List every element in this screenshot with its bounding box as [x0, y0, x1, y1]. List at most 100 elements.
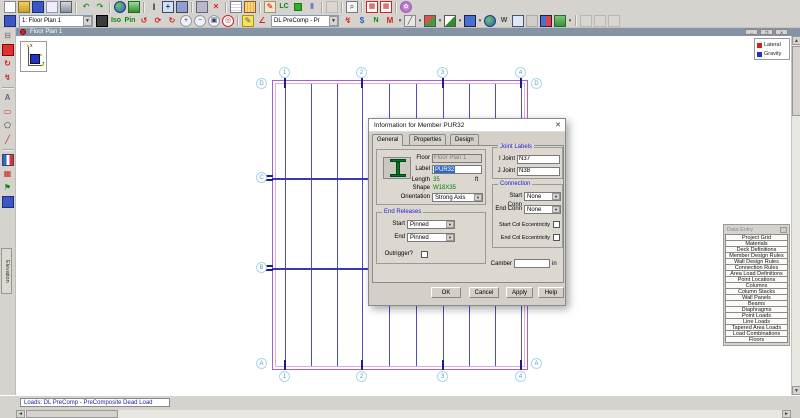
scroll-down-icon[interactable]: ▼	[792, 386, 800, 395]
disabled-icon[interactable]	[580, 15, 592, 27]
separator-icon[interactable]	[143, 2, 145, 13]
reload-icon[interactable]: ↯	[342, 15, 354, 27]
dollar-icon[interactable]: $	[356, 15, 368, 27]
chevron-down-icon[interactable]: ▼	[329, 16, 338, 26]
help-icon[interactable]: ✿	[400, 1, 412, 13]
disabled-icon[interactable]	[594, 15, 606, 27]
camber-field[interactable]	[514, 259, 550, 268]
solve-icon[interactable]	[128, 1, 140, 13]
separator-h-icon[interactable]	[2, 149, 14, 151]
restore-icon[interactable]: ❐	[760, 29, 773, 35]
chevron-down-icon[interactable]: ▼	[552, 193, 560, 200]
end-conn-select[interactable]: None ▼	[524, 205, 561, 214]
globe-small-icon[interactable]	[484, 15, 496, 27]
rect-red-icon[interactable]: ▭	[2, 106, 14, 118]
column-tick[interactable]	[520, 78, 522, 88]
tab-design[interactable]: Design	[450, 134, 479, 145]
separator-icon[interactable]	[237, 15, 239, 26]
zoom-in-icon[interactable]: +	[180, 15, 192, 27]
save-file-icon[interactable]	[32, 1, 44, 13]
copy-icon[interactable]	[46, 1, 58, 13]
flag-green-icon[interactable]: ⚑	[2, 182, 14, 194]
wall-panels-icon[interactable]	[176, 1, 188, 13]
scroll-left-icon[interactable]: ◄	[16, 410, 25, 418]
separator-h-icon[interactable]	[2, 87, 14, 89]
close-icon[interactable]: ✕	[551, 119, 565, 132]
data-entry-button[interactable]: Floors	[725, 336, 788, 343]
column-tick[interactable]	[361, 78, 363, 88]
zoom-target-icon[interactable]: ◎	[222, 15, 234, 27]
start-conn-select[interactable]: None ▼	[524, 192, 561, 201]
label-field[interactable]: PUR32	[432, 165, 482, 174]
tab-general[interactable]: General	[372, 134, 403, 146]
rotate-red-icon[interactable]: ↻	[2, 58, 14, 70]
separator-icon[interactable]	[109, 2, 111, 13]
spreadsheet-icon[interactable]	[230, 1, 242, 13]
chevron-down-icon[interactable]: ▼	[446, 234, 454, 241]
floppy-blue-icon[interactable]	[2, 196, 14, 208]
load-case-dropdown[interactable]: DL PreComp - Pr ▼	[271, 15, 339, 27]
column-tick[interactable]	[442, 360, 444, 370]
member-line[interactable]	[337, 84, 338, 366]
arrow-icon[interactable]: ▾	[457, 15, 463, 27]
arrow-icon[interactable]: ▾	[437, 15, 443, 27]
rotate-right-icon[interactable]: ↻	[166, 15, 178, 27]
grid-colored-icon[interactable]	[2, 154, 14, 166]
separator-icon[interactable]	[341, 2, 343, 13]
render-mode-icon[interactable]	[554, 15, 566, 27]
arrow-icon[interactable]: ▾	[417, 15, 423, 27]
ok-button[interactable]: OK	[431, 287, 461, 298]
close-icon[interactable]	[780, 227, 787, 233]
column-tick[interactable]	[284, 360, 286, 370]
iso-icon[interactable]: Iso	[110, 15, 122, 27]
start-col-ecc-checkbox[interactable]	[553, 221, 560, 228]
vertical-scrollbar[interactable]: ▲ ▼	[791, 36, 800, 395]
draw-member-icon[interactable]: ╱	[404, 15, 416, 27]
separator-icon[interactable]	[361, 2, 363, 13]
end-release-select[interactable]: Pinned ▼	[407, 233, 455, 242]
vertical-scroll-thumb[interactable]	[792, 46, 800, 116]
close-icon[interactable]: ✕	[775, 29, 788, 35]
global-parameters-icon[interactable]	[114, 1, 126, 13]
open-file-icon[interactable]	[18, 1, 30, 13]
dialog-titlebar[interactable]: Information for Member PUR32 ✕	[369, 119, 565, 132]
column-tick[interactable]	[520, 360, 522, 370]
pin-icon[interactable]: Pin	[124, 15, 136, 27]
draw-loads-icon[interactable]: ✎	[264, 1, 276, 13]
disabled-icon[interactable]	[608, 15, 620, 27]
print-icon[interactable]	[60, 1, 72, 13]
member-line[interactable]	[311, 84, 312, 366]
separator-icon[interactable]	[75, 2, 77, 13]
separator-icon[interactable]	[191, 2, 193, 13]
column-tick[interactable]	[284, 78, 286, 88]
start-release-select[interactable]: Pinned ▼	[407, 220, 455, 229]
chevron-down-icon[interactable]: ▼	[552, 206, 560, 213]
help-button[interactable]: Help	[538, 287, 564, 298]
member-section-icon[interactable]: I	[148, 1, 160, 13]
undo-icon[interactable]: ↶	[80, 1, 92, 13]
minimize-icon[interactable]: —	[745, 29, 758, 35]
chevron-down-icon[interactable]: ▼	[474, 194, 482, 201]
model-view-icon[interactable]	[512, 15, 524, 27]
select-handle-icon[interactable]: ⊟	[2, 30, 14, 42]
member-menu-icon[interactable]: M	[384, 15, 396, 27]
draw-wall-icon[interactable]	[444, 15, 456, 27]
chevron-down-icon[interactable]: ▼	[83, 16, 92, 26]
window-select-icon[interactable]	[4, 15, 16, 27]
data-entry-button[interactable]: Load Combinations	[725, 330, 788, 337]
zoom-out-icon[interactable]: −	[194, 15, 206, 27]
data-entry-button[interactable]: Tapered Area Loads	[725, 324, 788, 331]
split-view-icon[interactable]	[540, 15, 552, 27]
tab-properties[interactable]: Properties	[409, 134, 446, 145]
box-red-icon[interactable]	[2, 44, 14, 56]
window-tile-icon[interactable]: W	[498, 15, 510, 27]
hot-rolled-icon[interactable]: N	[370, 15, 382, 27]
results-spreadsheet-icon[interactable]: ▦	[366, 1, 378, 13]
annotate-icon[interactable]: A	[2, 92, 14, 104]
chevron-down-icon[interactable]: ▼	[446, 221, 454, 228]
i-joint-field[interactable]: N37	[517, 155, 560, 164]
scroll-right-icon[interactable]: ►	[782, 410, 791, 418]
arrow-icon[interactable]: ▾	[477, 15, 483, 27]
snap-angle-icon[interactable]: ∠	[256, 15, 268, 27]
apply-button[interactable]: Apply	[506, 287, 533, 298]
